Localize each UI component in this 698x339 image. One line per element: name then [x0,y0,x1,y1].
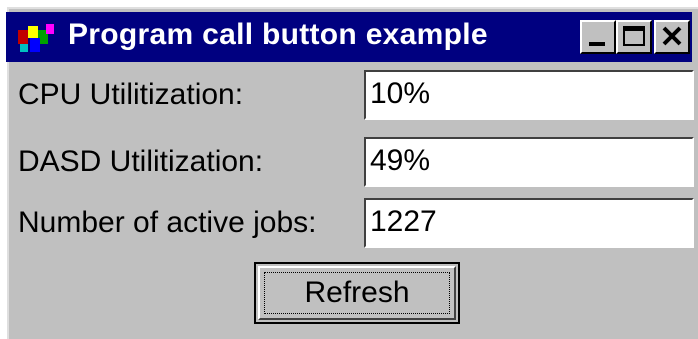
cpu-label: CPU Utilitization: [18,78,244,111]
active-jobs-field[interactable]: 1227 [364,198,694,248]
java-app-icon [18,24,54,52]
window-title: Program call button example [68,18,488,51]
active-jobs-label: Number of active jobs: [18,206,317,239]
cpu-utilization-field[interactable]: 10% [364,70,694,120]
dasd-utilization-field[interactable]: 49% [364,137,694,187]
maximize-icon [623,26,645,46]
refresh-button[interactable]: Refresh [254,262,460,324]
close-icon [662,26,682,46]
minimize-button[interactable] [580,20,616,54]
refresh-button-label: Refresh [264,272,450,314]
minimize-icon [589,42,605,46]
title-bar[interactable]: Program call button example [6,12,692,62]
close-button[interactable] [654,20,690,54]
maximize-button[interactable] [616,20,652,54]
dasd-label: DASD Utilitization: [18,145,264,178]
